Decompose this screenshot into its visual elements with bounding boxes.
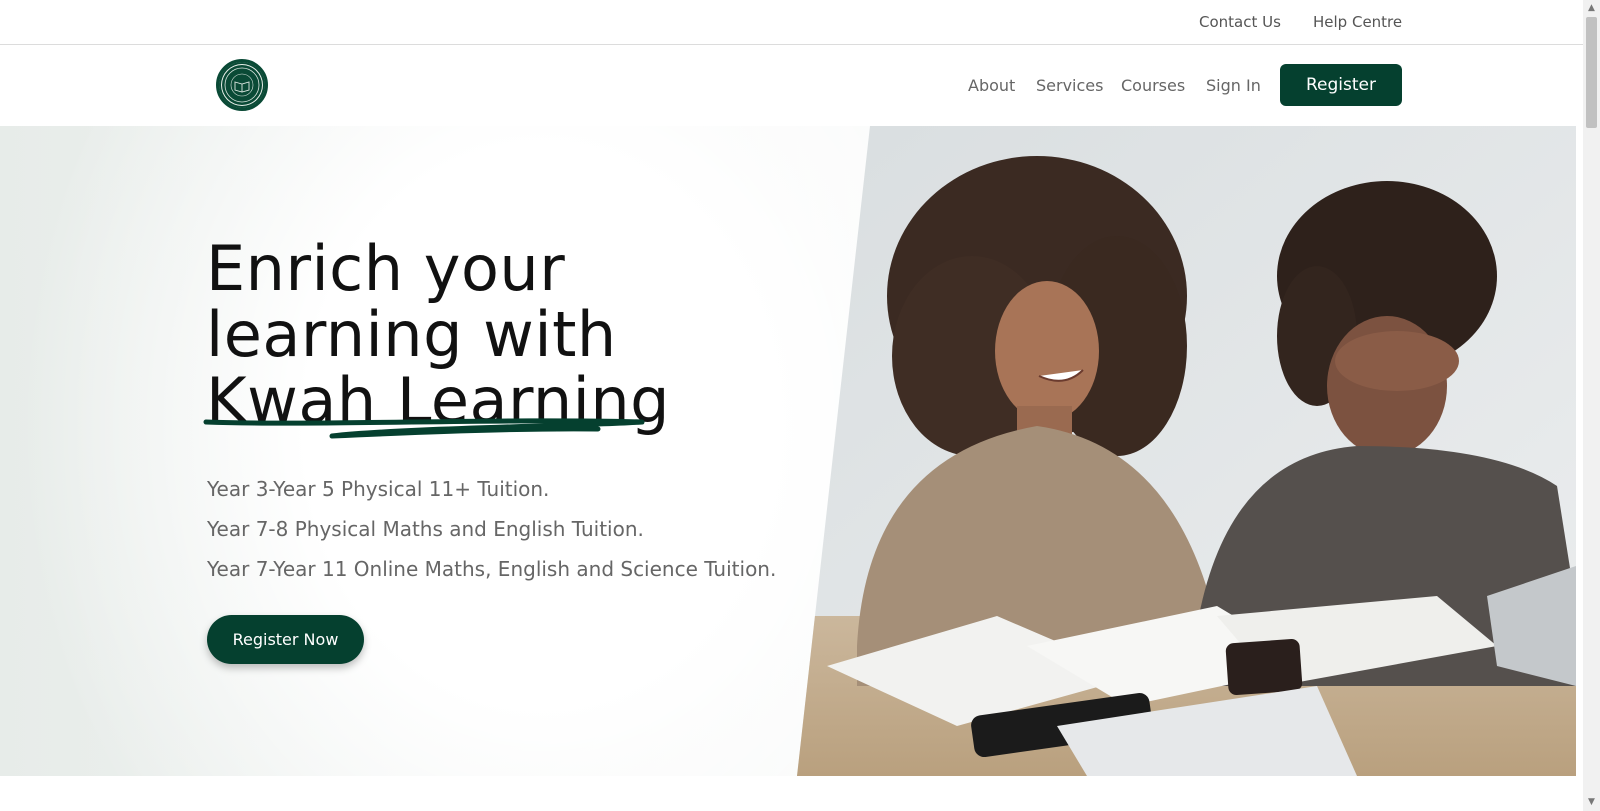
- nav-services[interactable]: Services: [1036, 76, 1103, 95]
- offering-line: Year 7-Year 11 Online Maths, English and…: [207, 557, 777, 581]
- book-seal-logo-icon: [224, 67, 260, 103]
- brand-logo[interactable]: [216, 59, 268, 111]
- hero-section: Enrich your learning with Kwah Learning …: [0, 126, 1576, 776]
- nav-sign-in[interactable]: Sign In: [1206, 76, 1261, 95]
- students-studying-image: [797, 126, 1576, 776]
- register-button[interactable]: Register: [1280, 64, 1402, 106]
- contact-us-link[interactable]: Contact Us: [1199, 13, 1281, 31]
- hero-title-line-1: Enrich your: [206, 232, 566, 305]
- top-utility-bar: Contact Us Help Centre: [0, 0, 1583, 45]
- offering-line: Year 3-Year 5 Physical 11+ Tuition.: [207, 477, 550, 501]
- underline-squiggle: [203, 418, 645, 439]
- nav-courses[interactable]: Courses: [1121, 76, 1185, 95]
- nav-about[interactable]: About: [968, 76, 1015, 95]
- offering-line: Year 7-8 Physical Maths and English Tuit…: [207, 517, 644, 541]
- scroll-up-arrow[interactable]: ▲: [1583, 0, 1600, 17]
- scroll-down-arrow[interactable]: ▼: [1583, 794, 1600, 811]
- page-scrollbar[interactable]: ▲ ▼: [1583, 0, 1600, 811]
- hero-title: Enrich your learning with Kwah Learning: [206, 236, 670, 434]
- scroll-thumb[interactable]: [1586, 17, 1597, 128]
- help-centre-link[interactable]: Help Centre: [1313, 13, 1402, 31]
- hero-photo: [797, 126, 1576, 776]
- main-nav: About Services Courses Sign In Register: [0, 46, 1583, 126]
- register-now-button[interactable]: Register Now: [207, 615, 364, 664]
- hero-title-line-2: learning with: [206, 298, 617, 371]
